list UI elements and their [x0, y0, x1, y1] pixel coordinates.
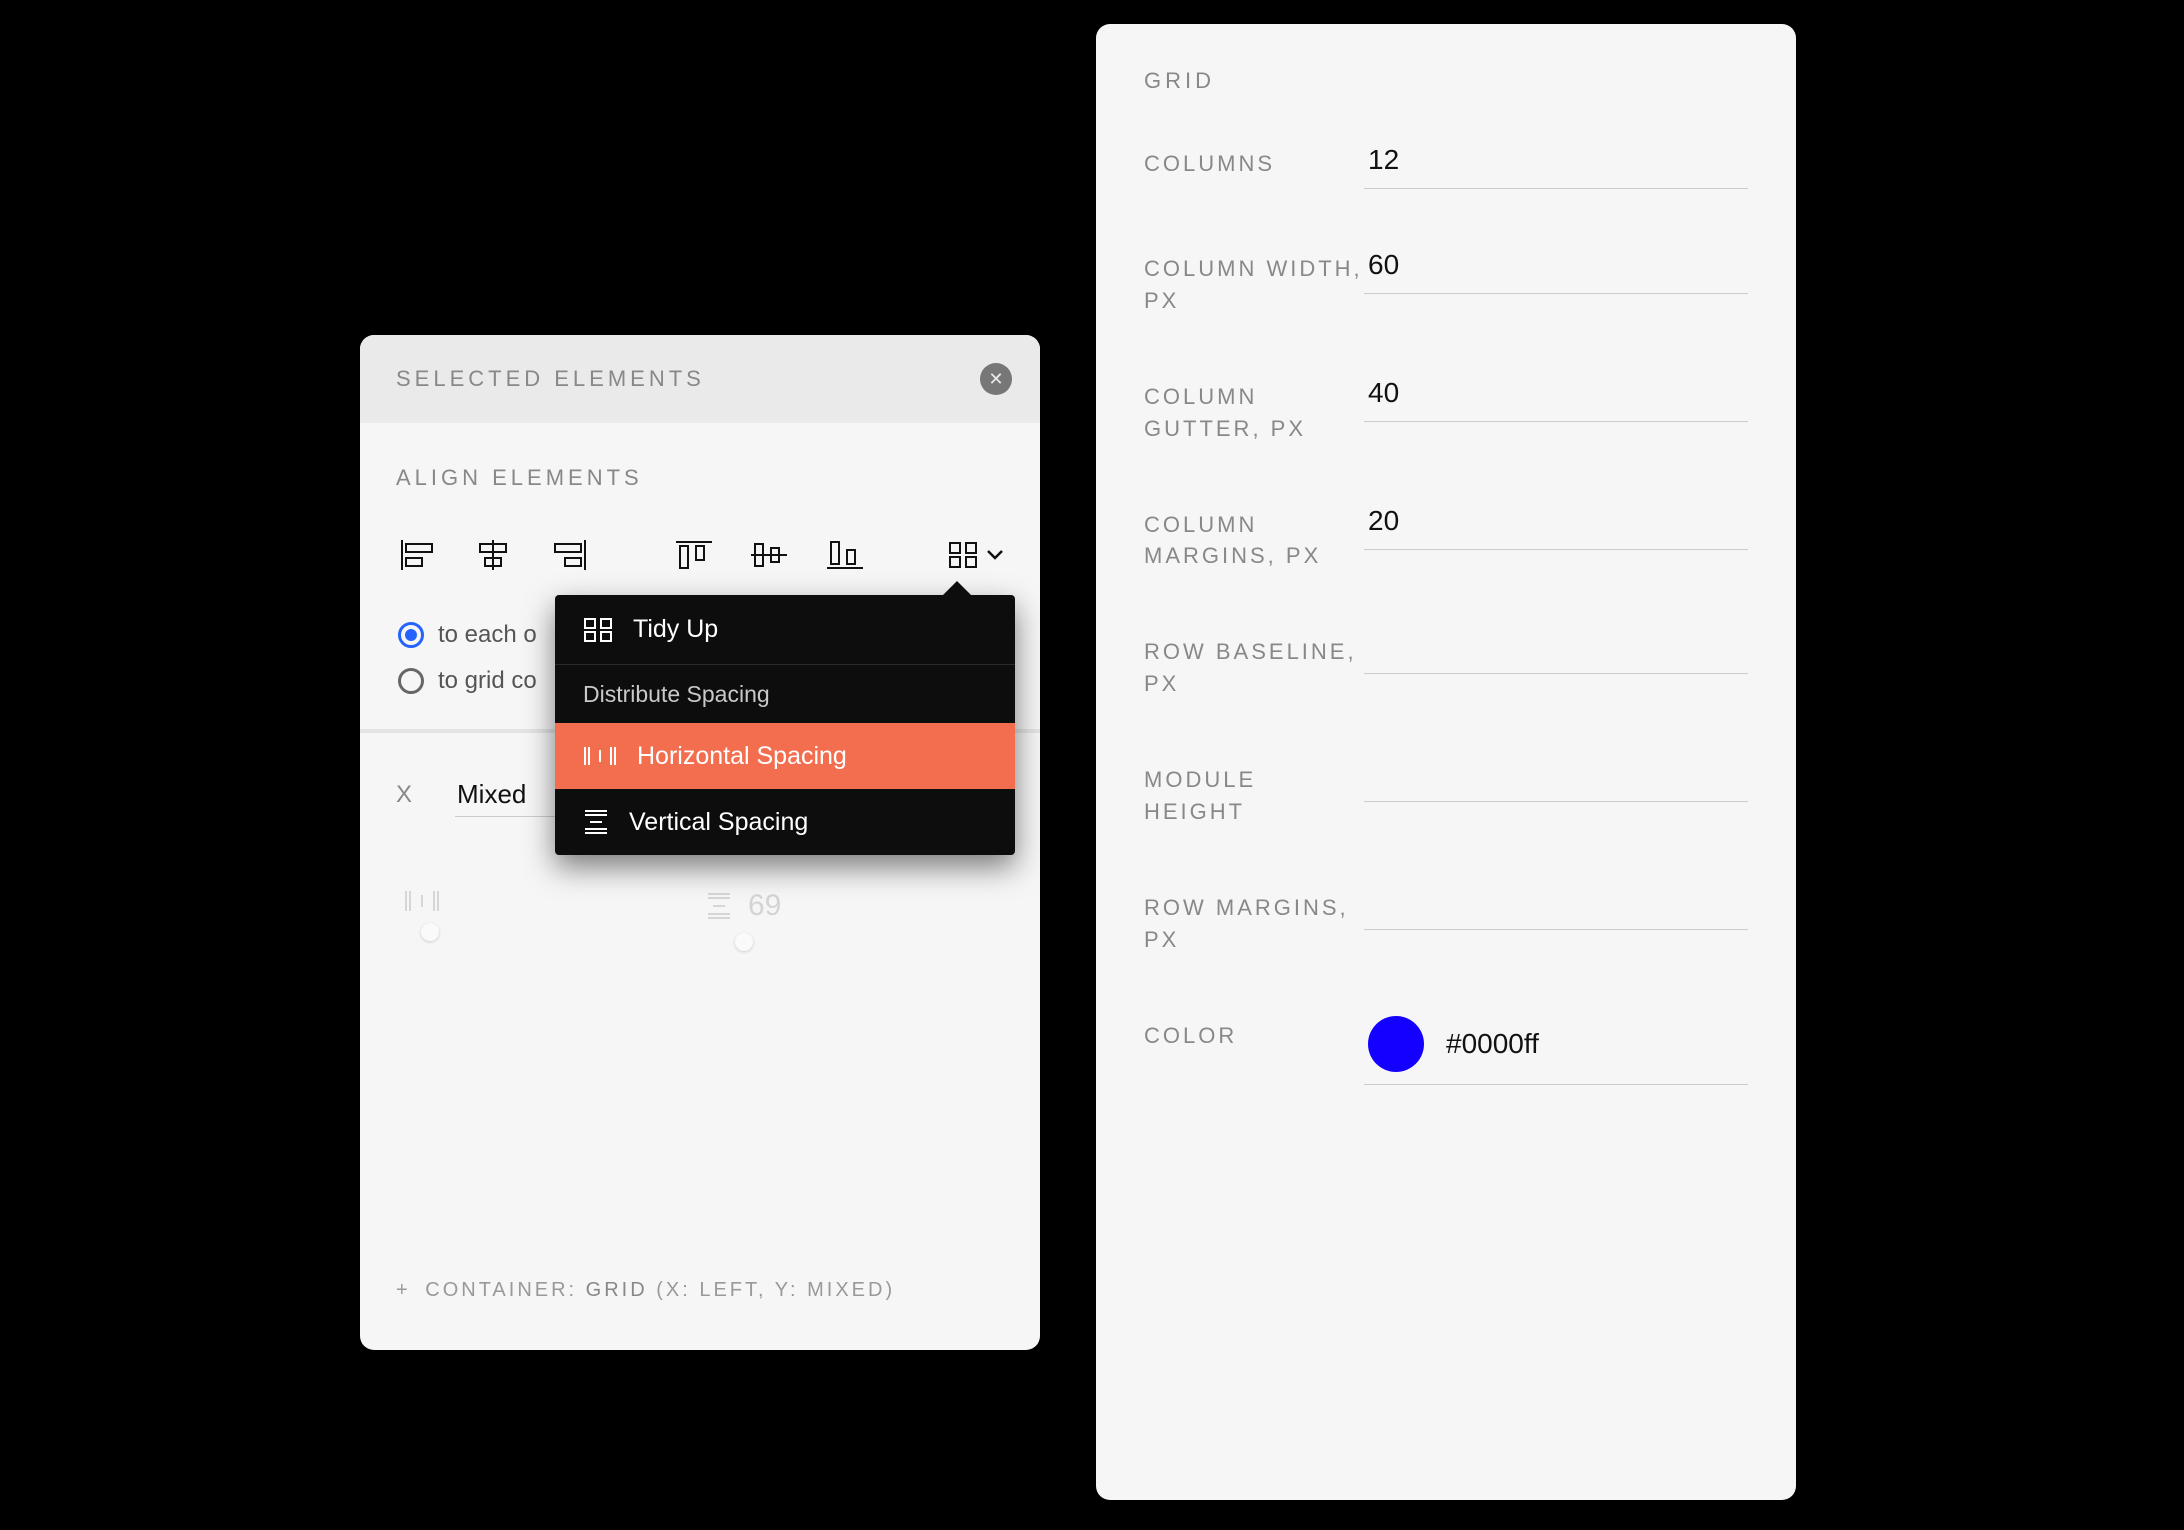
menu-item-label: Vertical Spacing — [629, 808, 808, 837]
color-swatch[interactable] — [1368, 1016, 1424, 1072]
grid-row-column-gutter: COLUMN GUTTER, PX 40 — [1144, 377, 1748, 445]
column-gutter-field[interactable]: 40 — [1364, 377, 1748, 422]
menu-item-tidy-up[interactable]: Tidy Up — [555, 595, 1015, 665]
align-top-icon — [676, 540, 712, 570]
menu-item-vertical-spacing[interactable]: Vertical Spacing — [555, 789, 1015, 855]
align-right-button[interactable] — [547, 535, 590, 575]
align-top-button[interactable] — [672, 535, 715, 575]
x-label: X — [396, 781, 415, 809]
columns-field[interactable]: 12 — [1364, 144, 1748, 189]
align-hcenter-button[interactable] — [471, 535, 514, 575]
horizontal-gap-block — [404, 889, 456, 951]
menu-caret-icon — [943, 581, 971, 595]
align-left-icon — [400, 540, 436, 570]
row-margins-field[interactable] — [1364, 888, 1748, 930]
column-width-field[interactable]: 60 — [1364, 249, 1748, 294]
grid-row-columns: COLUMNS 12 — [1144, 144, 1748, 189]
menu-group-distribute: Distribute Spacing — [555, 665, 1015, 723]
align-bottom-button[interactable] — [823, 535, 866, 575]
grid-label: COLUMN MARGINS, PX — [1144, 505, 1364, 573]
panel-title: SELECTED ELEMENTS — [396, 366, 705, 392]
radio-each-other-label: to each o — [438, 621, 537, 649]
container-prefix: CONTAINER: — [425, 1279, 585, 1301]
align-hcenter-icon — [475, 540, 511, 570]
align-bottom-icon — [827, 540, 863, 570]
vertical-gap-slider[interactable] — [735, 933, 753, 951]
radio-off-icon — [398, 668, 424, 694]
grid-row-row-margins: ROW MARGINS, PX — [1144, 888, 1748, 956]
radio-on-icon — [398, 622, 424, 648]
grid-label: COLOR — [1144, 1016, 1364, 1052]
plus-icon: + — [396, 1279, 411, 1301]
chevron-down-icon — [986, 549, 1004, 561]
module-height-field[interactable] — [1364, 760, 1748, 802]
close-icon: ✕ — [988, 369, 1003, 390]
column-margins-field[interactable]: 20 — [1364, 505, 1748, 550]
align-buttons-row — [396, 535, 1004, 575]
tidy-dropdown-menu: Tidy Up Distribute Spacing Horizontal Sp… — [555, 595, 1015, 855]
radio-grid-columns-label: to grid co — [438, 667, 537, 695]
grid-label: COLUMN GUTTER, PX — [1144, 377, 1364, 445]
vertical-gap-icon — [706, 892, 732, 920]
horizontal-gap-icon — [404, 889, 440, 913]
container-summary[interactable]: + CONTAINER: GRID (X: LEFT, Y: MIXED) — [396, 1279, 895, 1302]
color-value-text: #0000ff — [1446, 1028, 1539, 1060]
align-section-label: ALIGN ELEMENTS — [396, 465, 1004, 491]
vertical-gap-block: 69 — [706, 889, 781, 951]
tidy-grid-icon — [583, 617, 613, 643]
vertical-gap-value: 69 — [748, 889, 781, 923]
grid-row-color: COLOR #0000ff — [1144, 1016, 1748, 1085]
grid-label: COLUMNS — [1144, 144, 1364, 180]
panel-titlebar: SELECTED ELEMENTS ✕ — [360, 335, 1040, 423]
grid-label: MODULE HEIGHT — [1144, 760, 1364, 828]
color-field[interactable]: #0000ff — [1364, 1016, 1748, 1085]
grid-label: ROW BASELINE, PX — [1144, 632, 1364, 700]
grid-row-column-width: COLUMN WIDTH, PX 60 — [1144, 249, 1748, 317]
tidy-grid-icon — [948, 541, 980, 569]
grid-row-module-height: MODULE HEIGHT — [1144, 760, 1748, 828]
grid-label: ROW MARGINS, PX — [1144, 888, 1364, 956]
align-vcenter-icon — [751, 540, 787, 570]
align-right-icon — [551, 540, 587, 570]
menu-item-horizontal-spacing[interactable]: Horizontal Spacing — [555, 723, 1015, 789]
horizontal-spacing-icon — [583, 745, 617, 767]
container-details: (X: LEFT, Y: MIXED) — [648, 1279, 895, 1301]
container-name: GRID — [586, 1279, 648, 1301]
align-vcenter-button[interactable] — [747, 535, 790, 575]
horizontal-gap-slider[interactable] — [421, 923, 439, 941]
grid-panel-heading: GRID — [1144, 68, 1748, 94]
grid-label: COLUMN WIDTH, PX — [1144, 249, 1364, 317]
grid-row-column-margins: COLUMN MARGINS, PX 20 — [1144, 505, 1748, 573]
grid-settings-panel: GRID COLUMNS 12 COLUMN WIDTH, PX 60 COLU… — [1096, 24, 1796, 1500]
vertical-spacing-icon — [583, 809, 609, 835]
align-left-button[interactable] — [396, 535, 439, 575]
menu-item-label: Horizontal Spacing — [637, 742, 847, 771]
tidy-dropdown-button[interactable] — [948, 541, 1004, 569]
grid-row-row-baseline: ROW BASELINE, PX — [1144, 632, 1748, 700]
close-button[interactable]: ✕ — [980, 363, 1012, 395]
menu-item-label: Tidy Up — [633, 615, 718, 644]
row-baseline-field[interactable] — [1364, 632, 1748, 674]
